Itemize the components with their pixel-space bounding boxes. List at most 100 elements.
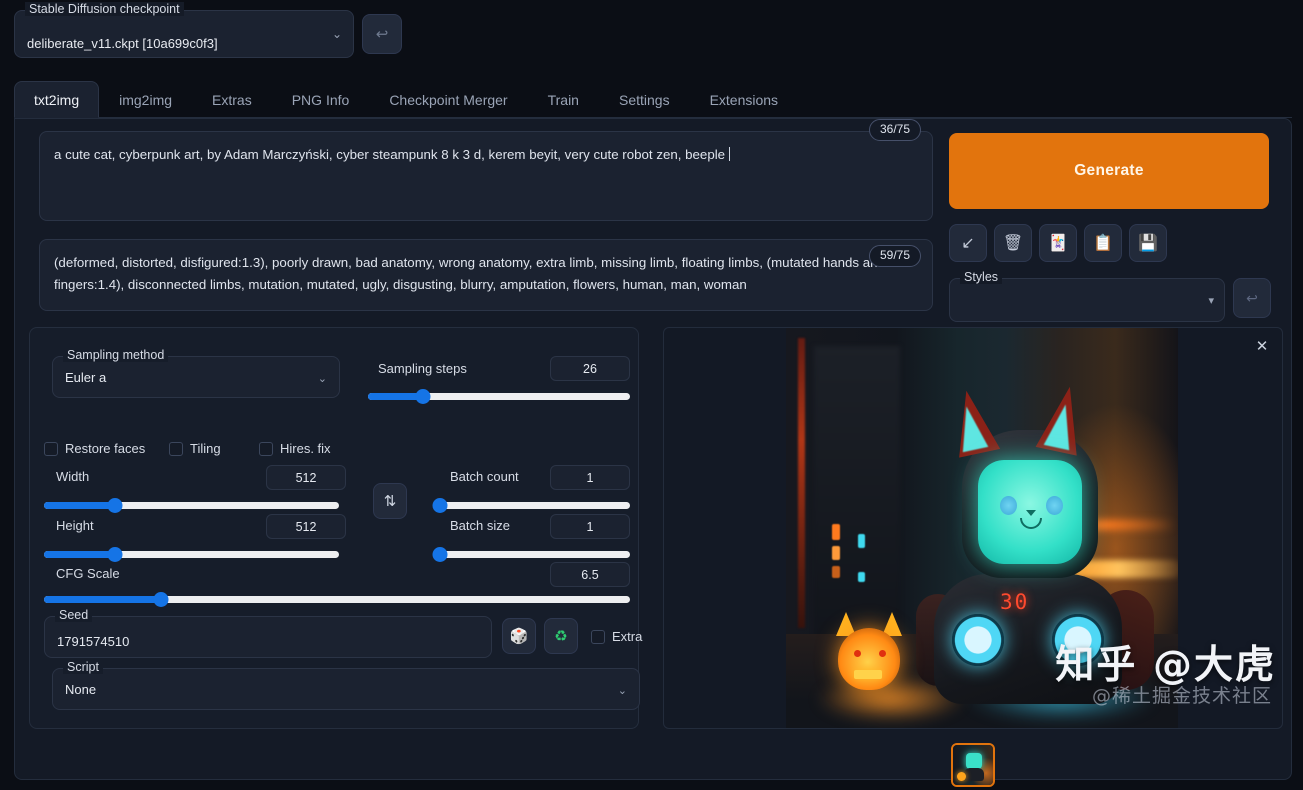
positive-prompt-text: a cute cat, cyberpunk art, by Adam Marcz… <box>54 147 729 162</box>
batch-count-value[interactable]: 1 <box>550 465 630 490</box>
height-label: Height <box>56 518 94 533</box>
height-slider[interactable] <box>44 547 339 562</box>
checkpoint-dropdown[interactable]: Stable Diffusion checkpoint deliberate_v… <box>14 2 354 58</box>
checkbox-box[interactable] <box>44 441 58 456</box>
led <box>832 524 840 540</box>
cfg-scale-label: CFG Scale <box>56 566 120 581</box>
tab-txt2img[interactable]: txt2img <box>14 81 100 118</box>
generate-button[interactable]: Generate <box>949 133 1269 209</box>
styles-refresh-button[interactable]: ↩ <box>1233 278 1271 318</box>
chevron-down-icon[interactable]: ⌄ <box>618 684 627 697</box>
cfg-scale-slider[interactable] <box>44 592 630 607</box>
thumbnail-small-cat <box>957 772 966 781</box>
recycle-icon[interactable]: ♻ <box>544 618 578 654</box>
slider-knob[interactable] <box>107 498 123 513</box>
refresh-arrow-icon: ↩ <box>375 26 389 43</box>
main-tab-bar: txt2img img2img Extras PNG Info Checkpoi… <box>14 80 1292 118</box>
seed-input[interactable]: Seed 1791574510 <box>44 608 492 658</box>
positive-prompt-shell: a cute cat, cyberpunk art, by Adam Marcz… <box>39 119 933 221</box>
arrow-down-left-icon[interactable]: ↙ <box>949 224 987 262</box>
txt2img-panel: a cute cat, cyberpunk art, by Adam Marcz… <box>14 118 1292 787</box>
checkbox-box[interactable] <box>259 441 273 456</box>
slider-knob[interactable] <box>107 547 123 562</box>
width-value[interactable]: 512 <box>266 465 346 490</box>
slider-knob[interactable] <box>432 547 448 562</box>
watermark-juejin: @稀土掘金技术社区 <box>1091 685 1272 707</box>
tab-img2img[interactable]: img2img <box>99 81 192 118</box>
hires-fix-label: Hires. fix <box>280 441 331 456</box>
checkpoint-label: Stable Diffusion checkpoint <box>25 2 184 16</box>
sampling-method-label: Sampling method <box>63 348 169 362</box>
sampling-steps-slider[interactable] <box>368 389 630 404</box>
floppy-save-icon[interactable]: 💾 <box>1129 224 1167 262</box>
extra-checkbox[interactable]: Extra <box>591 629 642 644</box>
text-caret <box>728 147 730 161</box>
slider-knob[interactable] <box>415 389 431 404</box>
batch-count-slider[interactable] <box>432 498 630 513</box>
styles-row: Styles ▾ ↩ <box>949 270 1279 322</box>
width-label: Width <box>56 469 90 484</box>
width-slider[interactable] <box>44 498 339 513</box>
tab-png-info[interactable]: PNG Info <box>272 81 370 118</box>
batch-size-slider[interactable] <box>432 547 630 562</box>
slider-knob[interactable] <box>153 592 169 607</box>
tab-label: Checkpoint Merger <box>389 91 508 108</box>
tab-train[interactable]: Train <box>528 81 599 118</box>
led <box>832 566 840 578</box>
checkbox-box[interactable] <box>591 629 605 644</box>
hires-fix-checkbox[interactable]: Hires. fix <box>259 441 331 456</box>
styles-dropdown[interactable]: Styles ▾ <box>949 270 1225 322</box>
generate-column: Generate ↙ 🗑 🃏 📋 💾 Styles ▾ ↩ <box>949 133 1279 322</box>
image-bg-red-strip <box>798 338 805 628</box>
extra-label: Extra <box>612 629 643 644</box>
script-value: None <box>65 682 97 697</box>
tab-label: Settings <box>618 91 670 108</box>
robot-nose <box>1026 510 1036 516</box>
slider-knob[interactable] <box>432 498 448 513</box>
cfg-scale-value[interactable]: 6.5 <box>550 562 630 587</box>
script-label: Script <box>63 660 103 674</box>
led <box>832 546 840 560</box>
script-dropdown[interactable]: Script None ⌄ <box>52 660 640 710</box>
negative-token-counter: 59/75 <box>868 245 921 267</box>
chevron-down-icon[interactable]: ⌄ <box>318 372 327 385</box>
tiling-checkbox[interactable]: Tiling <box>169 441 221 456</box>
trash-icon[interactable]: 🗑 <box>994 224 1032 262</box>
clipboard-icon[interactable]: 📋 <box>1084 224 1122 262</box>
tab-extensions[interactable]: Extensions <box>690 81 798 118</box>
checkbox-box[interactable] <box>169 441 183 456</box>
thumbnail-strip <box>663 737 1283 790</box>
height-value[interactable]: 512 <box>266 514 346 539</box>
swap-arrows-icon: ⇅ <box>383 493 397 510</box>
prompt-area: a cute cat, cyberpunk art, by Adam Marcz… <box>39 119 933 311</box>
tab-label: Extras <box>212 91 252 108</box>
checkpoint-refresh-button[interactable]: ↩ <box>362 14 402 54</box>
led <box>858 572 865 582</box>
small-cat-display <box>854 670 882 679</box>
restore-faces-checkbox[interactable]: Restore faces <box>44 441 145 456</box>
chevron-down-icon[interactable]: ⌄ <box>332 27 342 41</box>
thumbnail-item[interactable] <box>951 743 995 787</box>
tab-extras[interactable]: Extras <box>192 81 272 118</box>
swap-dimensions-button[interactable]: ⇅ <box>373 483 407 519</box>
sampling-steps-value[interactable]: 26 <box>550 356 630 381</box>
thumbnail-robot-body <box>964 768 984 781</box>
refresh-arrow-icon: ↩ <box>1246 289 1258 306</box>
dice-icon[interactable]: 🎲 <box>502 618 536 654</box>
seed-value: 1791574510 <box>57 634 130 649</box>
robot-eye-left <box>1000 496 1017 515</box>
sampling-method-dropdown[interactable]: Sampling method Euler a ⌄ <box>52 348 340 398</box>
small-cat-eye-right <box>879 650 886 657</box>
batch-size-value[interactable]: 1 <box>550 514 630 539</box>
tab-settings[interactable]: Settings <box>599 81 690 118</box>
robot-ring-left <box>952 614 1004 666</box>
slider-fill <box>44 551 115 558</box>
negative-prompt-input[interactable]: (deformed, distorted, disfigured:1.3), p… <box>39 239 933 311</box>
card-icon[interactable]: 🃏 <box>1039 224 1077 262</box>
close-icon[interactable]: ✕ <box>1252 336 1272 356</box>
tab-checkpoint-merger[interactable]: Checkpoint Merger <box>369 81 527 118</box>
chevron-down-icon[interactable]: ▾ <box>1208 294 1214 307</box>
positive-prompt-input[interactable]: a cute cat, cyberpunk art, by Adam Marcz… <box>39 131 933 221</box>
tab-label: Train <box>547 91 579 108</box>
robot-display: 30 <box>1000 590 1030 614</box>
